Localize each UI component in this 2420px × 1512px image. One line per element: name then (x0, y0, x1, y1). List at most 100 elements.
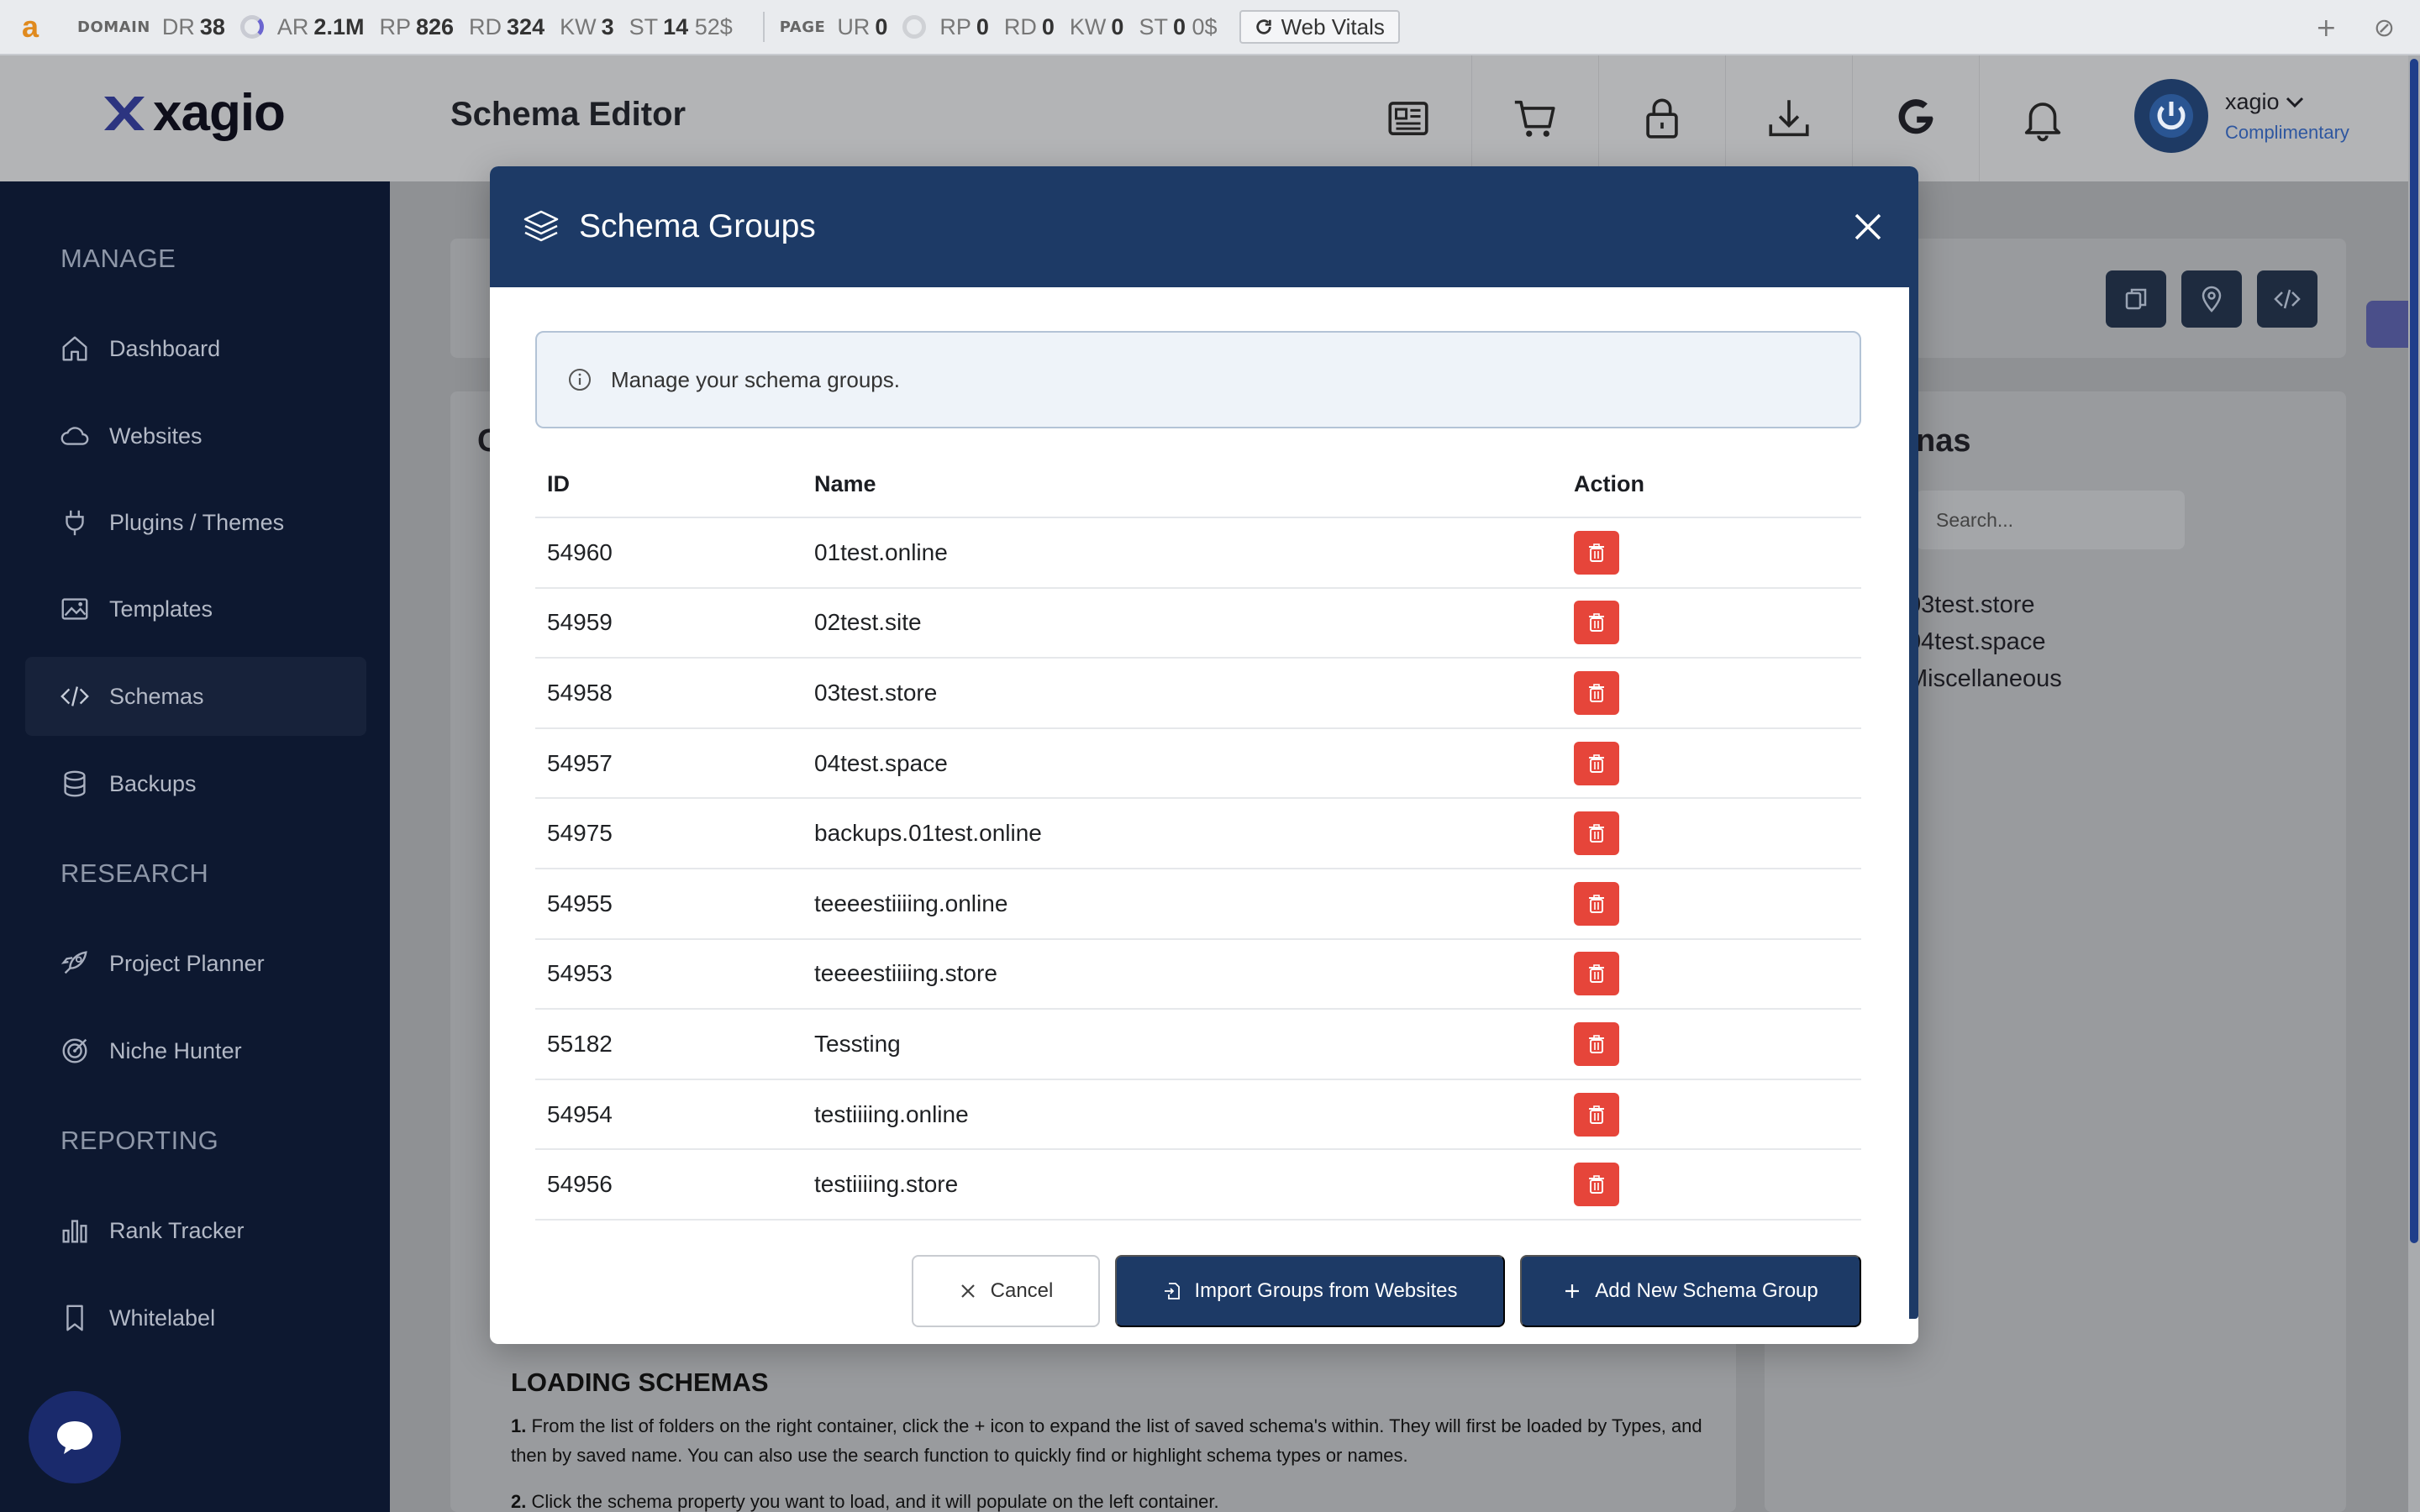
map-pin-icon (2202, 286, 2222, 312)
ahrefs-logo[interactable]: a (22, 9, 55, 45)
xagio-logo[interactable]: xagio (99, 87, 286, 139)
folder-item[interactable]: 04test.space (1907, 628, 2045, 656)
trash-icon (1589, 964, 1604, 984)
metric-ar: AR 2.1M (276, 13, 365, 39)
row-action (1574, 658, 1861, 729)
delete-button[interactable] (1574, 741, 1619, 785)
user-name: xagio (2225, 89, 2349, 115)
sidebar-item-rank-tracker[interactable]: Rank Tracker (25, 1191, 366, 1270)
delete-button[interactable] (1574, 601, 1619, 645)
extension-tab[interactable] (2366, 301, 2408, 348)
news-button[interactable] (1344, 55, 1471, 181)
cart-button[interactable] (1471, 55, 1598, 181)
trash-icon (1589, 824, 1604, 843)
delete-button[interactable] (1574, 952, 1619, 996)
delete-button[interactable] (1574, 670, 1619, 715)
block-icon[interactable]: ⊘ (2374, 13, 2395, 43)
close-icon[interactable] (1849, 208, 1886, 245)
sidebar-item-project-planner[interactable]: Project Planner (25, 924, 366, 1003)
delete-button[interactable] (1574, 1092, 1619, 1137)
row-id: 54975 (535, 798, 814, 869)
table-row: 54975 backups.01test.online (535, 798, 1861, 869)
header-icon-bar (1344, 55, 2106, 181)
cloud-icon (60, 427, 89, 445)
sidebar-item-websites[interactable]: Websites (25, 396, 366, 475)
section-manage: MANAGE (60, 244, 176, 273)
sidebar-item-dashboard[interactable]: Dashboard (25, 309, 366, 388)
table-row: 54955 teeeestiiiing.online (535, 868, 1861, 940)
row-name: 03test.store (814, 658, 1574, 729)
schema-search-input[interactable]: Search... (1916, 491, 2185, 549)
row-id: 54957 (535, 727, 814, 800)
table-row: 54958 03test.store (535, 658, 1861, 729)
code-view-button[interactable] (2257, 270, 2317, 328)
delete-button[interactable] (1574, 1163, 1619, 1207)
sidebar-item-plugins-themes[interactable]: Plugins / Themes (25, 483, 366, 562)
metric-rd: RD 324 (469, 13, 545, 39)
trash-icon (1589, 753, 1604, 773)
google-icon (1898, 99, 1933, 134)
image-icon (61, 598, 88, 620)
cancel-button[interactable]: Cancel (912, 1255, 1100, 1327)
folder-item[interactable]: Miscellaneous (1907, 665, 2062, 693)
table-row: 54957 04test.space (535, 727, 1861, 800)
web-vitals-button[interactable]: Web Vitals (1239, 10, 1400, 44)
folder-item[interactable]: 03test.store (1907, 591, 2035, 619)
sidebar-item-backups[interactable]: Backups (25, 744, 366, 823)
database-icon (64, 770, 86, 797)
import-groups-button[interactable]: Import Groups from Websites (1115, 1255, 1505, 1327)
lock-icon (1646, 98, 1678, 139)
column-id: ID (535, 452, 814, 518)
import-file-icon (1164, 1283, 1180, 1299)
lock-button[interactable] (1598, 55, 1725, 181)
modal-scrollbar[interactable] (1909, 287, 1918, 1319)
row-name: teeeestiiiing.online (814, 868, 1574, 940)
delete-button[interactable] (1574, 881, 1619, 926)
bar-chart-icon (62, 1220, 87, 1243)
sidebar-item-whitelabel[interactable]: Whitelabel (25, 1278, 366, 1357)
row-id: 54959 (535, 587, 814, 659)
delete-button[interactable] (1574, 811, 1619, 856)
avatar (2134, 79, 2208, 153)
row-id: 54958 (535, 658, 814, 729)
delete-button[interactable] (1574, 1021, 1619, 1066)
info-icon (569, 369, 591, 391)
loading-step-1: 1. From the list of folders on the right… (511, 1415, 1702, 1466)
row-action (1574, 1079, 1861, 1151)
row-action (1574, 798, 1861, 869)
table-row: 54960 01test.online (535, 517, 1861, 589)
trash-icon (1589, 543, 1604, 562)
refresh-icon (1255, 19, 1271, 34)
location-button[interactable] (2181, 270, 2242, 328)
download-button[interactable] (1725, 55, 1852, 181)
chat-launcher[interactable] (29, 1391, 121, 1483)
google-button[interactable] (1852, 55, 1979, 181)
metric-ur: UR 0 (837, 13, 888, 39)
row-id: 54955 (535, 868, 814, 940)
user-menu[interactable]: xagio Complimentary (2134, 79, 2349, 153)
row-action (1574, 517, 1861, 589)
metric-page-st: ST 0 0$ (1139, 13, 1218, 39)
plus-icon[interactable]: + (2316, 13, 2337, 43)
home-icon (62, 336, 87, 361)
app-header: xagio Schema Editor xagio Complimentary (0, 55, 2408, 181)
cancel-label: Cancel (990, 1279, 1054, 1302)
row-action (1574, 1009, 1861, 1080)
delete-button[interactable] (1574, 530, 1619, 575)
metric-dr: DR 38 (161, 13, 225, 39)
sidebar-item-schemas[interactable]: Schemas (25, 657, 366, 736)
bookmark-icon (66, 1305, 83, 1331)
row-name: 01test.online (814, 517, 1574, 589)
info-alert: Manage your schema groups. (535, 331, 1861, 428)
page-scrollbar-thumb[interactable] (2410, 59, 2418, 1243)
row-name: testiiiing.store (814, 1149, 1574, 1221)
sidebar-item-niche-hunter[interactable]: Niche Hunter (25, 1011, 366, 1090)
notifications-button[interactable] (1979, 55, 2106, 181)
modal-footer: Cancel Import Groups from Websites Add N… (912, 1255, 1861, 1327)
copy-button[interactable] (2106, 270, 2166, 328)
x-icon (960, 1284, 975, 1298)
ur-ring-icon (902, 15, 927, 39)
table-row: 54954 testiiiing.online (535, 1079, 1861, 1151)
sidebar-item-templates[interactable]: Templates (25, 570, 366, 648)
add-schema-group-button[interactable]: Add New Schema Group (1520, 1255, 1861, 1327)
